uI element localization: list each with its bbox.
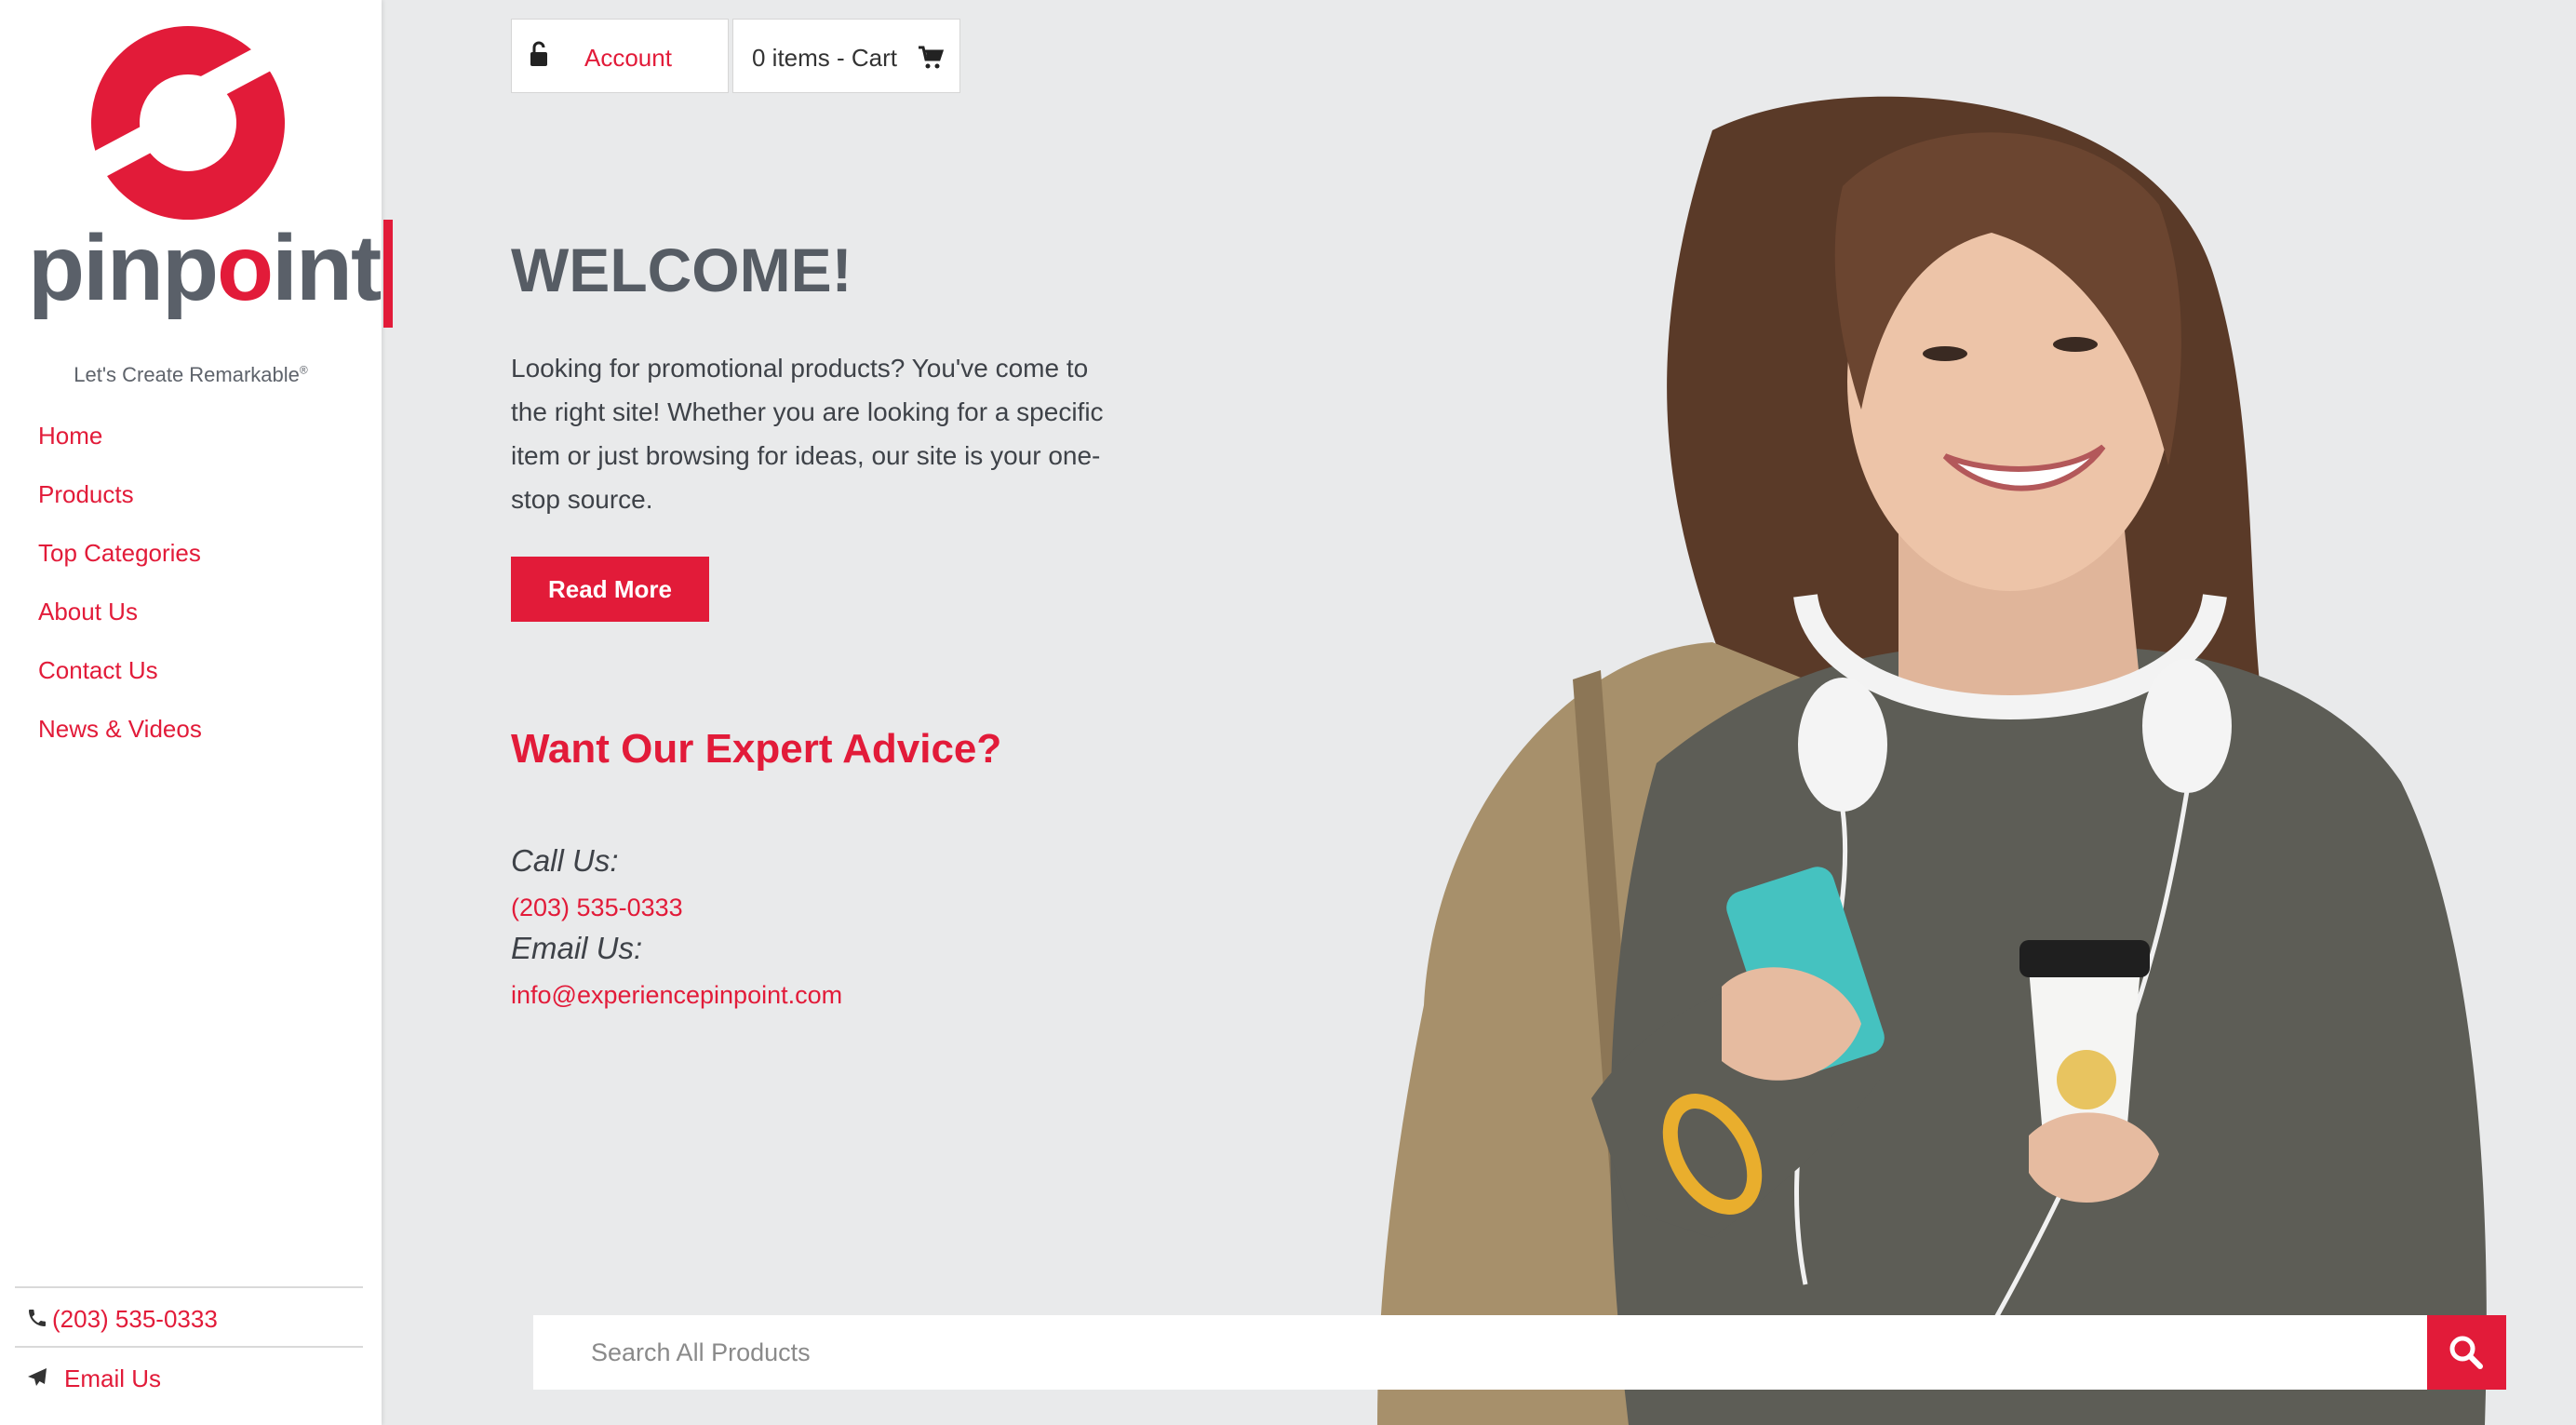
sidebar: pinpoint Let's Create Remarkable® Home P…: [0, 0, 382, 1425]
search-bar: [533, 1315, 2506, 1390]
nav-item-top-categories[interactable]: Top Categories: [38, 541, 202, 599]
cart-icon: [919, 46, 944, 69]
search-icon: [2449, 1336, 2483, 1369]
phone-icon: [29, 1310, 46, 1326]
search-input[interactable]: [533, 1315, 2424, 1390]
unlock-icon: [530, 41, 547, 66]
active-section-marker: [383, 220, 393, 328]
cart-button[interactable]: 0 items - Cart: [732, 19, 960, 93]
intro-paragraph: Looking for promotional products? You've…: [511, 354, 1104, 514]
account-button[interactable]: Account: [511, 19, 729, 93]
nav-item-news-videos[interactable]: News & Videos: [38, 717, 202, 775]
paper-plane-icon: [28, 1368, 47, 1386]
email-us-label: Email Us:: [511, 931, 643, 965]
sidebar-email-link[interactable]: Email Us: [15, 1346, 363, 1405]
sidebar-phone-text[interactable]: (203) 535-0333: [52, 1305, 218, 1334]
sidebar-phone-link[interactable]: (203) 535-0333: [15, 1286, 363, 1346]
cart-label: 0 items - Cart: [752, 44, 898, 72]
call-us-phone-link[interactable]: (203) 535-0333: [511, 894, 683, 922]
brand-tagline: Let's Create Remarkable®: [74, 363, 308, 386]
hero-image-woman-with-phone-and-coffee: [1377, 96, 2487, 1425]
nav-item-about-us[interactable]: About Us: [38, 599, 202, 658]
expert-advice-heading: Want Our Expert Advice?: [511, 726, 1002, 772]
nav-item-home[interactable]: Home: [38, 423, 202, 482]
nav-item-products[interactable]: Products: [38, 482, 202, 541]
main-nav: Home Products Top Categories About Us Co…: [38, 423, 202, 775]
sidebar-email-text[interactable]: Email Us: [64, 1365, 161, 1393]
search-button[interactable]: [2427, 1315, 2506, 1390]
nav-item-contact-us[interactable]: Contact Us: [38, 658, 202, 717]
email-us-address-link[interactable]: info@experiencepinpoint.com: [511, 981, 842, 1010]
pinpoint-logo-mark[interactable]: [89, 24, 287, 222]
account-label: Account: [584, 44, 672, 72]
welcome-heading: WELCOME!: [511, 235, 852, 304]
call-us-label: Call Us:: [511, 843, 619, 878]
read-more-button[interactable]: Read More: [511, 557, 709, 622]
pinpoint-logo-wordmark[interactable]: pinpoint: [28, 222, 382, 315]
